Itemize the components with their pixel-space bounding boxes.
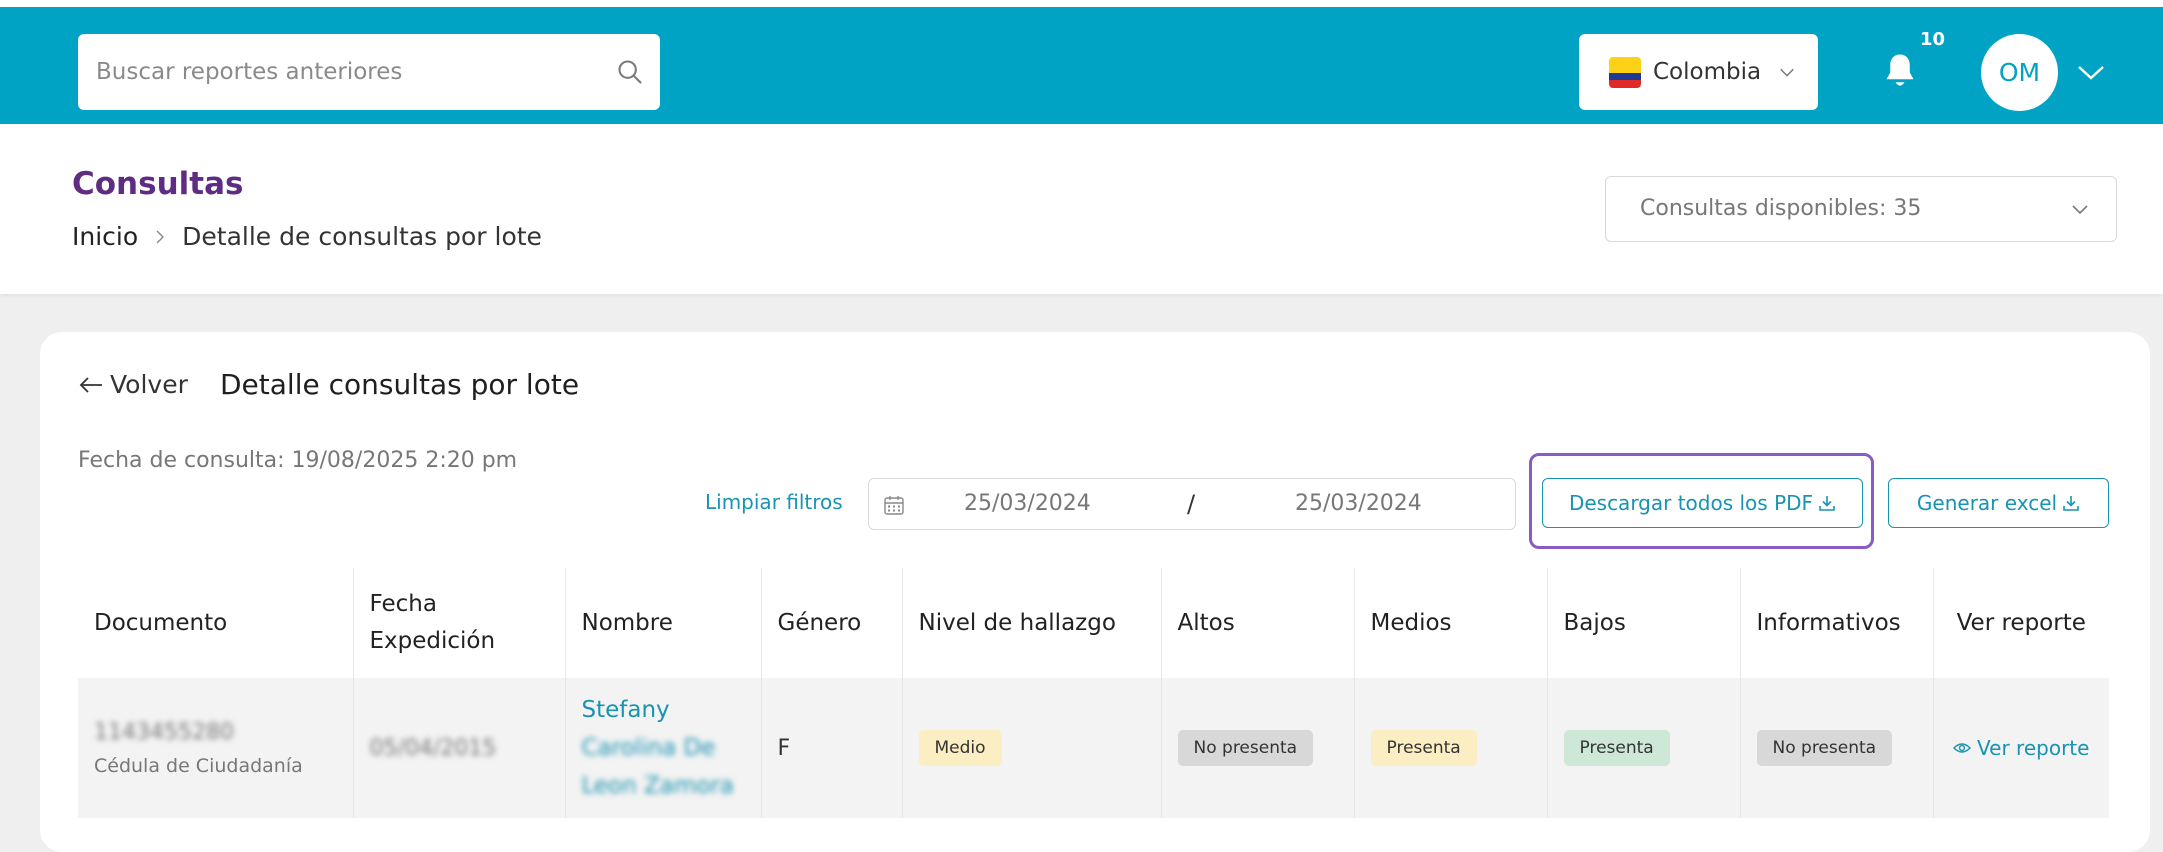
- breadcrumb-home[interactable]: Inicio: [72, 222, 138, 251]
- view-report-cell: Ver reporte: [1933, 678, 2109, 818]
- top-bar: Colombia 10 OM: [0, 7, 2163, 124]
- eye-icon: [1953, 743, 1972, 753]
- column-header: Fecha Expedición: [353, 568, 566, 678]
- date-to[interactable]: 25/03/2024: [1295, 479, 1422, 529]
- chevron-down-icon: [1780, 68, 1794, 77]
- column-header: Documento: [78, 568, 354, 678]
- top-strip: [0, 0, 2163, 7]
- status-badge: No presenta: [1756, 730, 1893, 766]
- download-all-pdf-button[interactable]: Descargar todos los PDF: [1542, 478, 1863, 528]
- available-consults-label: Consultas disponibles: 35: [1640, 196, 1922, 221]
- table-header-row: Documento Fecha Expedición Nombre Género…: [78, 568, 2109, 678]
- consult-date: Fecha de consulta: 19/08/2025 2:20 pm: [78, 448, 518, 473]
- document-type: Cédula de Ciudadanía: [94, 754, 303, 777]
- search-input[interactable]: [96, 34, 596, 110]
- detail-title: Detalle consultas por lote: [220, 368, 580, 401]
- search-icon[interactable]: [616, 58, 644, 86]
- level-badge: Medio: [918, 730, 1002, 766]
- document-number: 1143455280: [94, 719, 234, 745]
- issue-date: 05/04/2015: [369, 735, 497, 761]
- country-selector[interactable]: Colombia: [1579, 34, 1818, 110]
- issue-date-cell: 05/04/2015: [353, 678, 566, 818]
- search-box[interactable]: [78, 34, 660, 110]
- download-icon: [2063, 496, 2079, 511]
- table-row: 1143455280 Cédula de Ciudadanía 05/04/20…: [78, 678, 2109, 818]
- name-cell[interactable]: Stefany Carolina De Leon Zamora: [565, 678, 762, 818]
- chevron-right-icon: [156, 230, 165, 243]
- bell-icon[interactable]: [1882, 51, 1918, 91]
- colombia-flag-icon: [1609, 57, 1641, 88]
- user-menu-chevron-icon[interactable]: [2076, 59, 2106, 85]
- detail-card: Volver Detalle consultas por lote Fecha …: [40, 332, 2150, 852]
- column-header: Bajos: [1547, 568, 1741, 678]
- medios-cell: Presenta: [1354, 678, 1548, 818]
- column-header: Informativos: [1740, 568, 1934, 678]
- breadcrumb: Inicio Detalle de consultas por lote: [72, 222, 542, 251]
- view-report-label: Ver reporte: [1977, 736, 2090, 760]
- altos-cell: No presenta: [1161, 678, 1355, 818]
- calendar-icon: [884, 496, 904, 515]
- chevron-down-icon: [2072, 205, 2088, 215]
- column-header: Nombre: [565, 568, 762, 678]
- level-cell: Medio: [902, 678, 1162, 818]
- gender-cell: F: [761, 678, 903, 818]
- breadcrumb-current: Detalle de consultas por lote: [182, 222, 542, 251]
- name-first[interactable]: Stefany: [582, 691, 745, 729]
- user-avatar[interactable]: OM: [1981, 34, 2058, 111]
- back-label: Volver: [110, 370, 188, 399]
- column-header: Altos: [1161, 568, 1355, 678]
- column-header: Ver reporte: [1956, 609, 2086, 636]
- date-from[interactable]: 25/03/2024: [964, 479, 1091, 529]
- generate-excel-label: Generar excel: [1916, 491, 2058, 515]
- bajos-cell: Presenta: [1547, 678, 1741, 818]
- generate-excel-button[interactable]: Generar excel: [1888, 478, 2109, 528]
- informativos-cell: No presenta: [1740, 678, 1934, 818]
- name-line3[interactable]: Leon Zamora: [582, 767, 745, 805]
- date-range-picker[interactable]: 25/03/2024 / 25/03/2024: [868, 478, 1516, 530]
- column-header: Género: [761, 568, 903, 678]
- country-label: Colombia: [1653, 59, 1762, 85]
- document-cell: 1143455280 Cédula de Ciudadanía: [78, 678, 354, 818]
- status-badge: Presenta: [1563, 730, 1670, 766]
- notification-count: 10: [1920, 29, 1946, 50]
- page-title: Consultas: [72, 166, 244, 202]
- available-consults-dropdown[interactable]: Consultas disponibles: 35: [1605, 176, 2117, 242]
- date-separator: /: [1187, 490, 1196, 518]
- download-icon: [1819, 496, 1835, 511]
- arrow-left-icon: [79, 376, 102, 393]
- column-header: Medios: [1354, 568, 1548, 678]
- page-header: Consultas Inicio Detalle de consultas po…: [0, 124, 2163, 294]
- download-pdf-label: Descargar todos los PDF: [1568, 491, 1814, 515]
- clear-filters-link[interactable]: Limpiar filtros: [705, 490, 843, 514]
- status-badge: Presenta: [1370, 730, 1477, 766]
- back-button[interactable]: Volver: [78, 370, 188, 399]
- view-report-link[interactable]: Ver reporte: [1950, 736, 2094, 760]
- status-badge: No presenta: [1177, 730, 1314, 766]
- name-line2[interactable]: Carolina De: [582, 729, 745, 767]
- column-header: Nivel de hallazgo: [902, 568, 1162, 678]
- results-table: Documento Fecha Expedición Nombre Género…: [78, 568, 2109, 818]
